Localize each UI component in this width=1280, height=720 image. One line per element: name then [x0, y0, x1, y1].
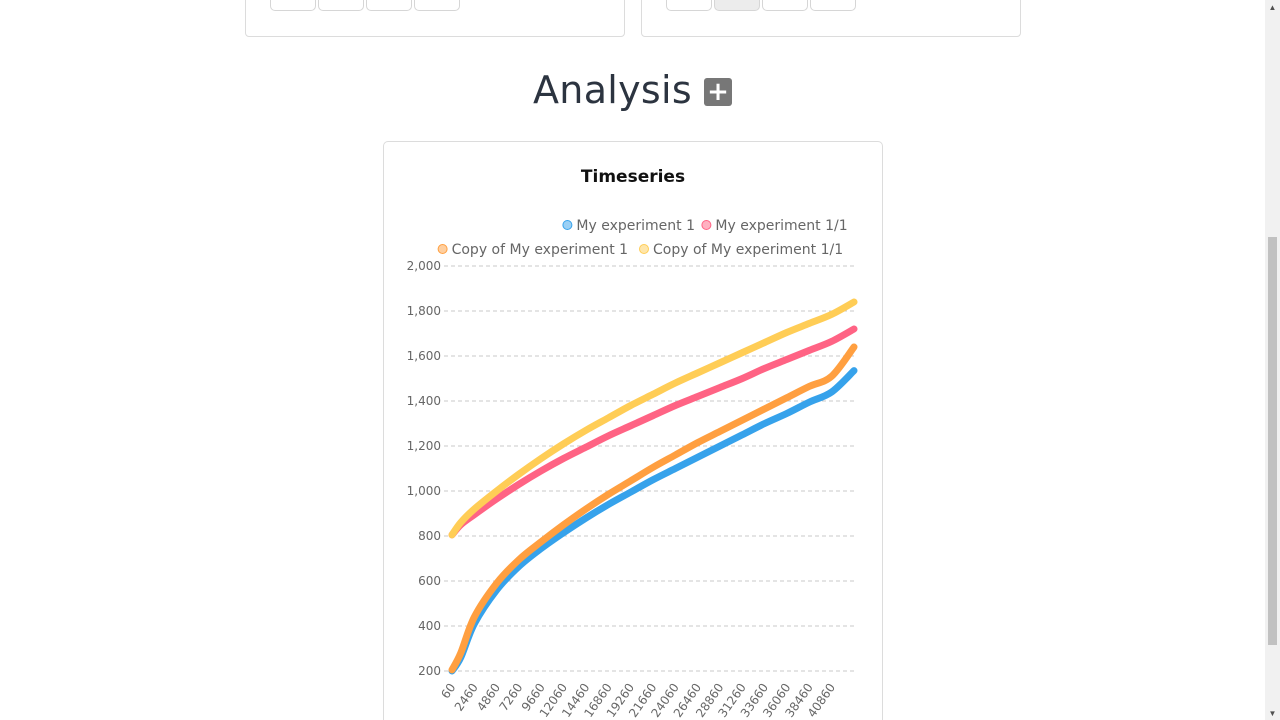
toolbar-button[interactable] — [666, 0, 712, 11]
button-group-left — [270, 0, 462, 11]
vertical-scrollbar[interactable]: ▲ ▼ — [1265, 0, 1280, 720]
y-tick-label: 400 — [418, 619, 441, 633]
legend-marker — [701, 220, 712, 230]
y-tick-label: 200 — [418, 664, 441, 678]
scroll-up-arrow-icon[interactable]: ▲ — [1265, 0, 1280, 14]
x-tick-label: 2460 — [452, 681, 481, 714]
legend-label: Copy of My experiment 1 — [452, 242, 628, 258]
x-tick-label: 60 — [438, 681, 458, 702]
scrollbar-thumb[interactable] — [1268, 237, 1277, 645]
legend-marker — [437, 244, 448, 254]
toolbar-button[interactable] — [810, 0, 856, 11]
toolbar-button[interactable] — [414, 0, 460, 11]
x-tick-label: 7260 — [496, 681, 525, 714]
toolbar-button[interactable] — [366, 0, 412, 11]
scroll-down-arrow-icon[interactable]: ▼ — [1265, 706, 1280, 720]
button-group-right — [666, 0, 858, 11]
x-tick-label: 4860 — [474, 681, 503, 714]
legend-marker — [639, 244, 649, 254]
toolbar-button[interactable] — [762, 0, 808, 11]
analysis-heading: Analysis + — [0, 64, 1265, 116]
toolbar-button[interactable] — [318, 0, 364, 11]
top-card-right — [641, 0, 1021, 37]
legend-marker — [562, 220, 573, 230]
timeseries-chart: Timeseries My experiment 1/1 My experiment… — [407, 167, 858, 720]
y-tick-label: 600 — [418, 574, 441, 588]
toolbar-button[interactable] — [270, 0, 316, 11]
chart-card: Timeseries My experiment 1/1 My experiment… — [383, 141, 883, 720]
plus-square-icon[interactable]: + — [703, 78, 732, 106]
y-tick-label: 1,800 — [407, 304, 441, 318]
y-tick-label: 2,000 — [407, 259, 441, 273]
legend-label: My experiment 1 — [576, 218, 695, 234]
page-title: Analysis — [533, 68, 692, 112]
y-tick-label: 1,200 — [407, 439, 441, 453]
y-tick-label: 1,000 — [407, 484, 441, 498]
chart-title: Timeseries — [581, 167, 685, 187]
legend-label: My experiment 1/1 — [715, 218, 847, 234]
toolbar-button-active[interactable] — [714, 0, 760, 11]
y-tick-label: 1,400 — [407, 394, 441, 408]
legend-label: Copy of My experiment 1/1 — [653, 242, 843, 258]
series-line — [448, 325, 858, 539]
page: Analysis + Timeseries My experiment 1/1 My… — [0, 0, 1265, 720]
y-tick-label: 800 — [418, 529, 441, 543]
y-tick-label: 1,600 — [407, 349, 441, 363]
top-card-left — [245, 0, 625, 37]
